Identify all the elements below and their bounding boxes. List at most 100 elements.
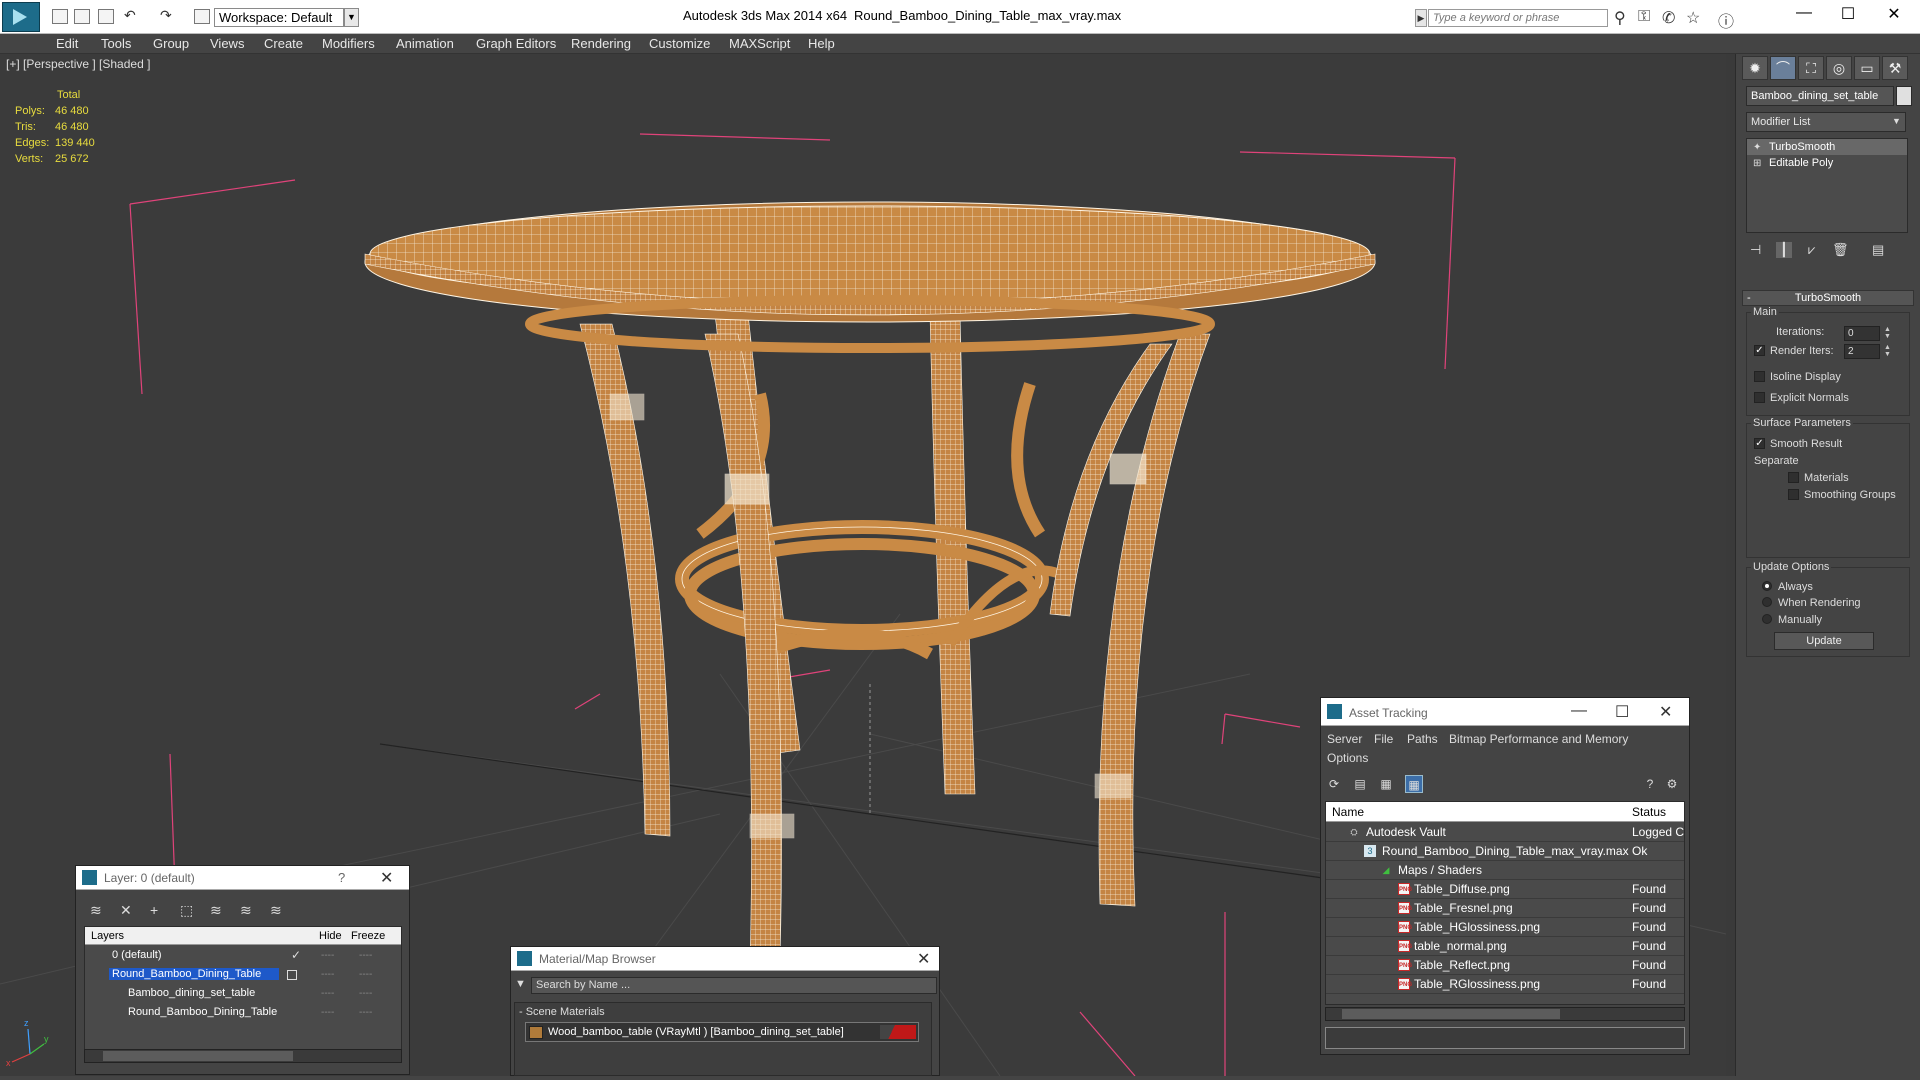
menu-group[interactable]: Group bbox=[153, 36, 189, 51]
asset-path-field[interactable] bbox=[1325, 1027, 1685, 1049]
col-name[interactable]: Name bbox=[1332, 805, 1364, 819]
table-row[interactable]: ◢ Maps / Shaders bbox=[1326, 861, 1684, 880]
spinner-arrows-icon[interactable]: ▲ ▼ bbox=[1884, 326, 1891, 340]
table-row[interactable]: 0 (default) ✓ ---- ---- bbox=[85, 947, 401, 966]
save-file-icon[interactable] bbox=[98, 9, 114, 24]
freeze-toggle[interactable]: ---- bbox=[359, 988, 372, 999]
delete-layer-icon[interactable]: ✕ bbox=[120, 902, 132, 919]
table-row[interactable]: PNG Table_RGlossiness.png Found bbox=[1326, 975, 1684, 994]
stack-item-editable-poly[interactable]: ⊞ Editable Poly bbox=[1747, 155, 1907, 171]
iterations-spinner[interactable]: 0 bbox=[1844, 326, 1880, 341]
table-row[interactable]: PNG Table_Diffuse.png Found bbox=[1326, 880, 1684, 899]
active-layer-checkbox[interactable] bbox=[287, 970, 297, 980]
menu-modifiers[interactable]: Modifiers bbox=[322, 36, 375, 51]
asset-tracking-titlebar[interactable]: Asset Tracking — ☐ ✕ bbox=[1321, 698, 1689, 726]
hide-toggle[interactable]: ---- bbox=[321, 969, 334, 980]
layer-dialog-titlebar[interactable]: Layer: 0 (default) ? ✕ bbox=[76, 866, 409, 890]
object-name[interactable]: Round_Bamboo_Dining_Table bbox=[125, 1006, 280, 1018]
smooth-result-checkbox[interactable]: ✓ bbox=[1754, 438, 1765, 449]
remove-modifier-icon[interactable]: 🗑 bbox=[1832, 242, 1849, 258]
refresh-icon[interactable]: ⟳ bbox=[1325, 775, 1343, 793]
table-row[interactable]: PNG Table_Fresnel.png Found bbox=[1326, 899, 1684, 918]
help-icon[interactable]: ? bbox=[1641, 775, 1659, 793]
object-name[interactable]: Bamboo_dining_set_table bbox=[125, 987, 258, 999]
create-tab-icon[interactable]: ✹ bbox=[1742, 56, 1768, 80]
hide-toggle[interactable]: ---- bbox=[321, 988, 334, 999]
favorites-icon[interactable]: ☆ bbox=[1686, 8, 1700, 28]
redo-icon[interactable]: ↷ bbox=[160, 7, 172, 24]
table-row[interactable]: PNG Table_Reflect.png Found bbox=[1326, 956, 1684, 975]
material-item[interactable]: Wood_bamboo_table (VRayMtl ) [Bamboo_din… bbox=[525, 1022, 919, 1042]
search-expand-icon[interactable]: ▶ bbox=[1415, 9, 1427, 27]
table-row[interactable]: PNG table_normal.png Found bbox=[1326, 937, 1684, 956]
smoothing-groups-checkbox[interactable] bbox=[1788, 489, 1799, 500]
menu-graph-editors[interactable]: Graph Editors bbox=[476, 36, 556, 51]
table-row[interactable]: 3 Round_Bamboo_Dining_Table_max_vray.max… bbox=[1326, 842, 1684, 861]
freeze-toggle[interactable]: ---- bbox=[359, 969, 372, 980]
open-file-icon[interactable] bbox=[74, 9, 90, 24]
layer-name[interactable]: Round_Bamboo_Dining_Table bbox=[109, 968, 279, 980]
freeze-toggle[interactable]: ---- bbox=[359, 950, 372, 961]
menu-views[interactable]: Views bbox=[210, 36, 244, 51]
update-button[interactable]: Update bbox=[1774, 632, 1874, 650]
menu-options[interactable]: Options bbox=[1327, 751, 1368, 765]
app-logo-icon[interactable] bbox=[2, 2, 40, 32]
menu-help[interactable]: Help bbox=[808, 36, 835, 51]
col-status[interactable]: Status bbox=[1632, 805, 1666, 819]
undo-icon[interactable]: ↶ bbox=[124, 7, 136, 24]
hide-toggle[interactable]: ---- bbox=[321, 1007, 334, 1018]
lightbulb-icon[interactable]: ✦ bbox=[1753, 140, 1761, 156]
close-icon[interactable]: ✕ bbox=[1874, 4, 1914, 24]
col-freeze[interactable]: Freeze bbox=[351, 930, 385, 942]
close-icon[interactable]: ✕ bbox=[917, 949, 930, 969]
grid-view-icon[interactable]: ▦ bbox=[1405, 775, 1423, 793]
close-icon[interactable]: ✕ bbox=[380, 868, 393, 888]
freeze-toggle[interactable]: ---- bbox=[359, 1007, 372, 1018]
menu-edit[interactable]: Edit bbox=[56, 36, 78, 51]
layer-name[interactable]: 0 (default) bbox=[109, 949, 165, 961]
show-end-result-icon[interactable]: ┃ bbox=[1776, 242, 1792, 258]
spinner-arrows-icon[interactable]: ▲ ▼ bbox=[1884, 344, 1891, 358]
maximize-icon[interactable]: ☐ bbox=[1615, 702, 1629, 722]
display-tab-icon[interactable]: ▭ bbox=[1854, 56, 1880, 80]
render-iters-spinner[interactable]: 2 bbox=[1844, 344, 1880, 359]
stack-item-turbosmooth[interactable]: ✦ TurboSmooth bbox=[1747, 139, 1907, 155]
minimize-icon[interactable]: — bbox=[1784, 4, 1824, 22]
chevron-down-icon[interactable]: ▼ bbox=[344, 8, 359, 27]
hide-all-icon[interactable]: ≋ bbox=[240, 902, 252, 919]
isoline-checkbox[interactable] bbox=[1754, 371, 1765, 382]
project-folder-icon[interactable] bbox=[194, 9, 210, 24]
menu-create[interactable]: Create bbox=[264, 36, 303, 51]
freeze-all-icon[interactable]: ≋ bbox=[270, 902, 282, 919]
list-view-icon[interactable]: ▤ bbox=[1351, 775, 1369, 793]
material-search-input[interactable]: Search by Name ... bbox=[531, 977, 937, 994]
table-row[interactable]: Round_Bamboo_Dining_Table ---- ---- bbox=[85, 1004, 401, 1023]
communication-icon[interactable]: ✆ bbox=[1662, 8, 1675, 28]
table-row[interactable]: Round_Bamboo_Dining_Table ---- ---- bbox=[85, 966, 401, 985]
help-icon[interactable]: ? bbox=[338, 870, 345, 885]
table-row[interactable]: ⛭ Autodesk Vault Logged C bbox=[1326, 823, 1684, 842]
check-icon[interactable]: ✓ bbox=[291, 948, 301, 962]
menu-rendering[interactable]: Rendering bbox=[571, 36, 631, 51]
subscription-icon[interactable]: ⚿ bbox=[1638, 8, 1650, 26]
horizontal-scrollbar[interactable] bbox=[84, 1049, 402, 1063]
always-radio[interactable] bbox=[1762, 581, 1772, 591]
scrollbar-thumb[interactable] bbox=[103, 1051, 293, 1061]
col-layers[interactable]: Layers bbox=[91, 930, 124, 942]
filter-icon[interactable]: ▼ bbox=[515, 978, 526, 990]
object-name-field[interactable]: Bamboo_dining_set_table bbox=[1746, 86, 1894, 106]
col-hide[interactable]: Hide bbox=[319, 930, 342, 942]
minimize-icon[interactable]: — bbox=[1571, 702, 1587, 720]
menu-animation[interactable]: Animation bbox=[396, 36, 454, 51]
make-unique-icon[interactable]: ⩗ bbox=[1808, 242, 1815, 258]
viewport-label[interactable]: [+] [Perspective ] [Shaded ] bbox=[6, 57, 150, 71]
turbosmooth-rollout-header[interactable]: - TurboSmooth bbox=[1742, 290, 1914, 306]
table-view-icon[interactable]: ▦ bbox=[1377, 775, 1395, 793]
explicit-normals-checkbox[interactable] bbox=[1754, 392, 1765, 403]
modifier-list-dropdown[interactable]: Modifier List bbox=[1746, 112, 1906, 132]
pin-stack-icon[interactable]: ⊣ bbox=[1750, 242, 1761, 258]
table-row[interactable]: Bamboo_dining_set_table ---- ---- bbox=[85, 985, 401, 1004]
maximize-icon[interactable]: ☐ bbox=[1828, 4, 1868, 24]
modify-tab-icon[interactable]: ⌒ bbox=[1770, 56, 1796, 80]
hierarchy-tab-icon[interactable]: ⛶ bbox=[1798, 56, 1824, 80]
